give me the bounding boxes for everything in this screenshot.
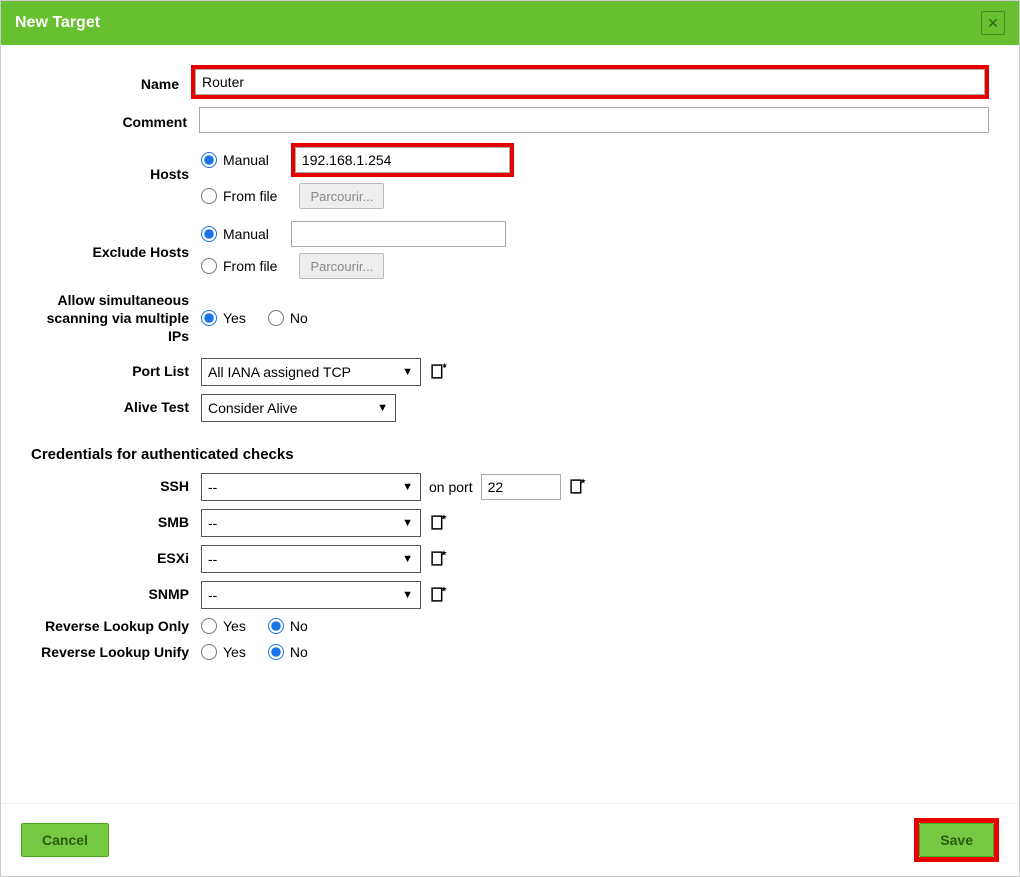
allow-no-radio[interactable] <box>268 310 284 326</box>
rlo-yes-label[interactable]: Yes <box>201 618 246 634</box>
exclude-manual-radio[interactable] <box>201 226 217 242</box>
dialog-titlebar: New Target ✕ <box>1 1 1019 45</box>
name-input[interactable] <box>195 69 985 95</box>
hosts-fromfile-radio[interactable] <box>201 188 217 204</box>
manual-text: Manual <box>223 152 269 168</box>
exclude-hosts-input[interactable] <box>291 221 506 247</box>
rlo-no-label[interactable]: No <box>268 618 308 634</box>
name-label: Name <box>31 71 191 93</box>
rlu-no-radio[interactable] <box>268 644 284 660</box>
close-button[interactable]: ✕ <box>981 11 1005 35</box>
svg-text:★: ★ <box>440 550 446 557</box>
exclude-fromfile-radio[interactable] <box>201 258 217 274</box>
esxi-label: ESXi <box>31 549 201 567</box>
smb-label: SMB <box>31 513 201 531</box>
svg-text:★: ★ <box>440 586 446 593</box>
yes-text-1: Yes <box>223 310 246 326</box>
credentials-section-title: Credentials for authenticated checks <box>31 446 989 463</box>
new-smb-cred-icon[interactable]: ★ <box>429 514 447 532</box>
allow-simultaneous-label: Allow simultaneous scanning via multiple… <box>31 291 201 346</box>
new-port-list-icon[interactable]: ★ <box>429 363 447 381</box>
snmp-label: SNMP <box>31 585 201 603</box>
rlo-no-radio[interactable] <box>268 618 284 634</box>
svg-text:★: ★ <box>580 478 586 485</box>
exclude-manual-radio-label[interactable]: Manual <box>201 226 269 242</box>
allow-yes-label[interactable]: Yes <box>201 310 246 326</box>
exclude-file-browse-button[interactable]: Parcourir... <box>299 253 384 279</box>
hosts-file-browse-button[interactable]: Parcourir... <box>299 183 384 209</box>
hosts-manual-radio[interactable] <box>201 152 217 168</box>
hosts-manual-input[interactable] <box>295 147 510 173</box>
smb-select[interactable]: -- <box>201 509 421 537</box>
close-icon: ✕ <box>987 15 999 32</box>
comment-label: Comment <box>31 109 199 131</box>
hosts-manual-radio-label[interactable]: Manual <box>201 152 269 168</box>
reverse-lookup-unify-label: Reverse Lookup Unify <box>31 643 201 661</box>
reverse-lookup-only-label: Reverse Lookup Only <box>31 617 201 635</box>
no-text-2: No <box>290 618 308 634</box>
new-ssh-cred-icon[interactable]: ★ <box>569 478 587 496</box>
hosts-label: Hosts <box>31 143 201 183</box>
snmp-select[interactable]: -- <box>201 581 421 609</box>
fromfile-text: From file <box>223 188 277 204</box>
yes-text-2: Yes <box>223 618 246 634</box>
svg-text:★: ★ <box>440 514 446 521</box>
rlu-yes-label[interactable]: Yes <box>201 644 246 660</box>
alive-test-label: Alive Test <box>31 398 201 416</box>
ssh-select[interactable]: -- <box>201 473 421 501</box>
new-esxi-cred-icon[interactable]: ★ <box>429 550 447 568</box>
cancel-button[interactable]: Cancel <box>21 823 109 857</box>
yes-text-3: Yes <box>223 644 246 660</box>
svg-text:★: ★ <box>441 363 446 369</box>
rlu-no-label[interactable]: No <box>268 644 308 660</box>
exclude-fromfile-text: From file <box>223 258 277 274</box>
allow-yes-radio[interactable] <box>201 310 217 326</box>
comment-input[interactable] <box>199 107 989 133</box>
port-list-label: Port List <box>31 362 201 380</box>
alive-test-select[interactable]: Consider Alive <box>201 394 396 422</box>
rlo-yes-radio[interactable] <box>201 618 217 634</box>
hosts-fromfile-radio-label[interactable]: From file <box>201 188 277 204</box>
no-text-1: No <box>290 310 308 326</box>
ssh-label: SSH <box>31 477 201 495</box>
form-content: Name Comment Hosts Manual <box>1 45 1019 803</box>
exclude-hosts-label: Exclude Hosts <box>31 221 201 261</box>
ssh-port-input[interactable] <box>481 474 561 500</box>
on-port-label: on port <box>429 479 473 495</box>
port-list-select[interactable]: All IANA assigned TCP <box>201 358 421 386</box>
exclude-manual-text: Manual <box>223 226 269 242</box>
esxi-select[interactable]: -- <box>201 545 421 573</box>
exclude-fromfile-radio-label[interactable]: From file <box>201 258 277 274</box>
dialog-title: New Target <box>15 14 100 32</box>
save-button[interactable]: Save <box>919 823 994 857</box>
new-snmp-cred-icon[interactable]: ★ <box>429 586 447 604</box>
allow-no-label[interactable]: No <box>268 310 308 326</box>
dialog-footer: Cancel Save <box>1 803 1019 876</box>
no-text-3: No <box>290 644 308 660</box>
rlu-yes-radio[interactable] <box>201 644 217 660</box>
